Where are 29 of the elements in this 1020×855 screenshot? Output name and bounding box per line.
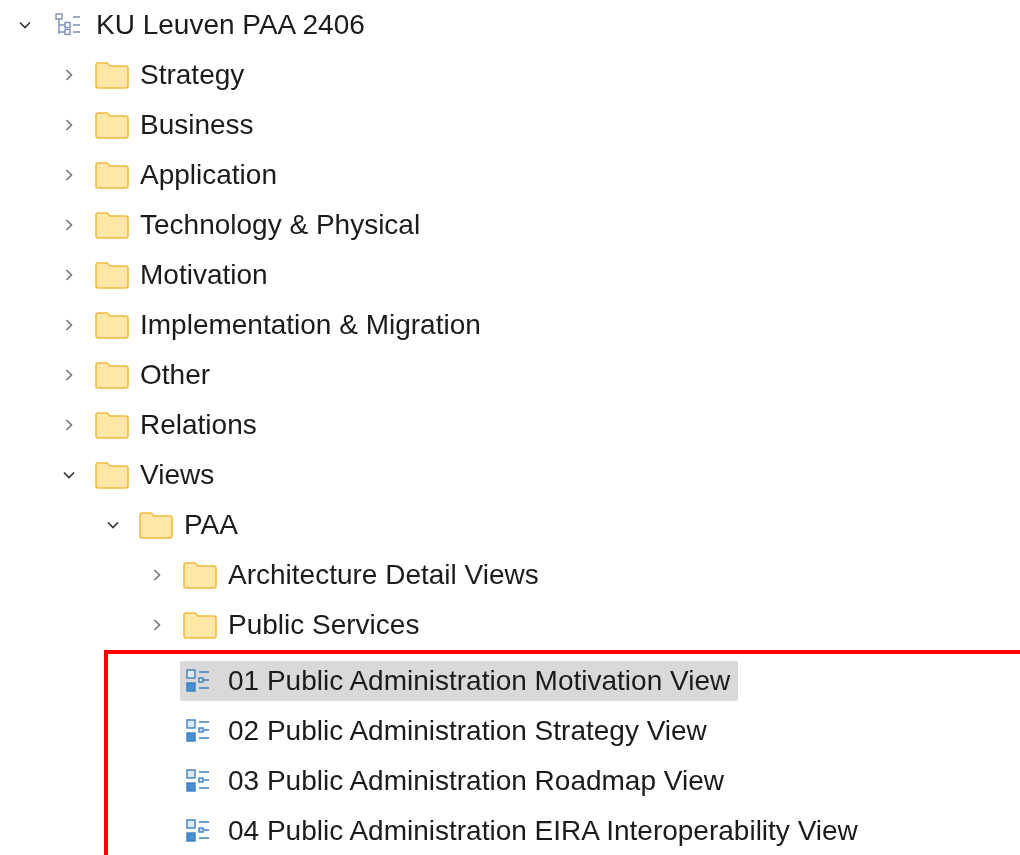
folder-icon: [94, 210, 130, 240]
folder-icon: [94, 360, 130, 390]
folder-icon: [94, 410, 130, 440]
tree-item[interactable]: Relations: [92, 405, 265, 445]
folder-icon: [94, 460, 130, 490]
tree-item[interactable]: Public Services: [180, 605, 428, 645]
tree-item[interactable]: PAA: [136, 505, 246, 545]
tree-item[interactable]: 04 Public Administration EIRA Interoperability View: [180, 811, 866, 851]
tree-item[interactable]: Views: [92, 455, 223, 495]
folder-icon: [94, 60, 130, 90]
tree-item[interactable]: 03 Public Administration Roadmap View: [180, 761, 732, 801]
tree-item[interactable]: Technology & Physical: [92, 205, 429, 245]
tree-item[interactable]: Strategy: [92, 55, 253, 95]
tree-item[interactable]: Business: [92, 105, 262, 145]
tree-item[interactable]: Other: [92, 355, 219, 395]
tree-item[interactable]: Architecture Detail Views: [180, 555, 547, 595]
tree-item[interactable]: 02 Public Administration Strategy View: [180, 711, 715, 751]
tree-item[interactable]: Application: [92, 155, 285, 195]
tree-item[interactable]: Motivation: [92, 255, 276, 295]
tree-item[interactable]: KU Leuven PAA 2406: [48, 5, 373, 45]
folder-icon: [138, 510, 174, 540]
folder-icon: [94, 160, 130, 190]
folder-icon: [94, 310, 130, 340]
tree-item[interactable]: 01 Public Administration Motivation View: [180, 661, 739, 701]
folder-icon: [94, 260, 130, 290]
folder-icon: [182, 610, 218, 640]
folder-icon: [94, 110, 130, 140]
tree-item[interactable]: Implementation & Migration: [92, 305, 489, 345]
folder-icon: [182, 560, 218, 590]
